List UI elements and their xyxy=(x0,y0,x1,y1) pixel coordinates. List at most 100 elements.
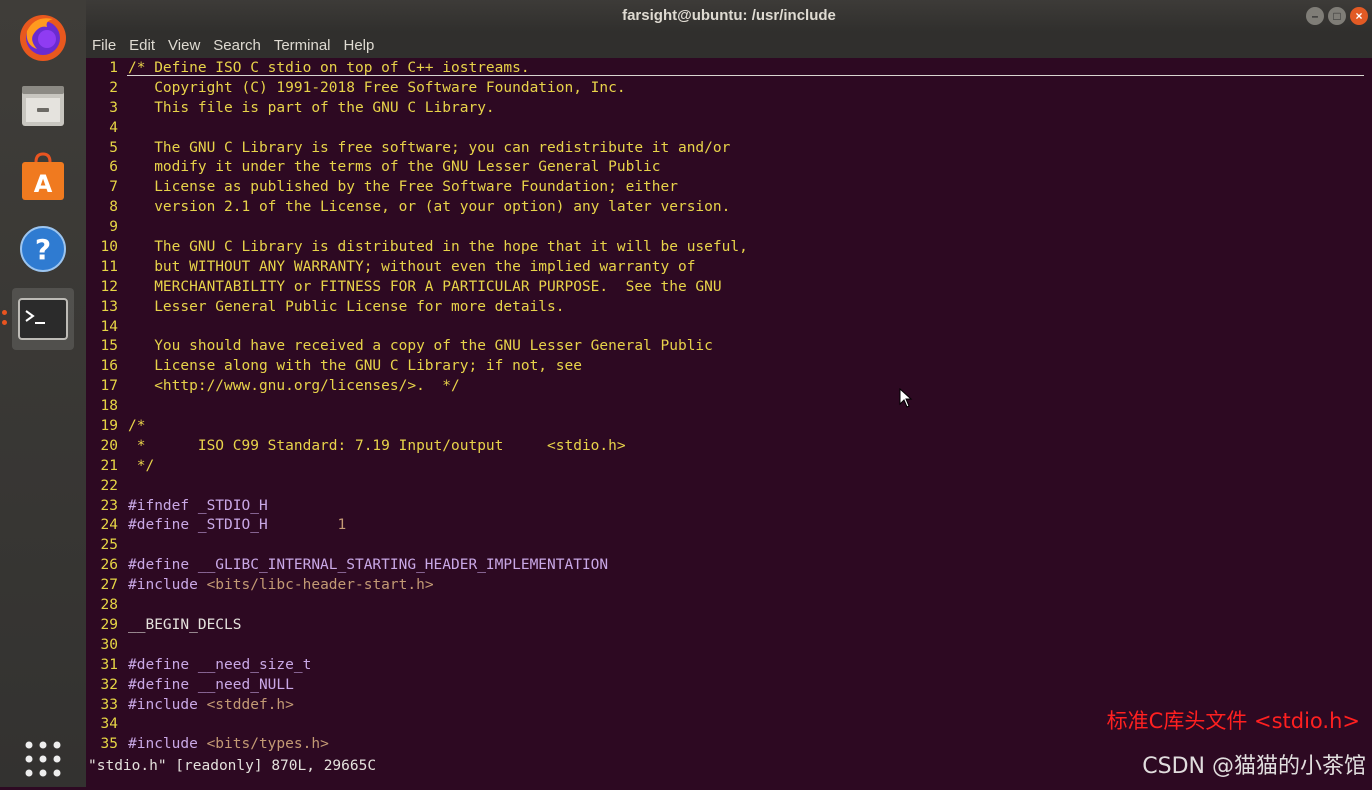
code-text: The GNU C Library is free software; you … xyxy=(128,139,731,156)
editor-line[interactable]: 12 MERCHANTABILITY or FITNESS FOR A PART… xyxy=(86,278,1372,298)
csdn-watermark: CSDN @猫猫的小茶馆 xyxy=(1142,754,1366,779)
terminal-area[interactable]: 1 /* Define ISO C stdio on top of C++ ios… xyxy=(86,58,1372,787)
editor-line[interactable]: 7 License as published by the Free Softw… xyxy=(86,178,1372,198)
line-number: 16 xyxy=(100,358,118,375)
show-applications-button[interactable] xyxy=(12,728,74,790)
editor-buffer[interactable]: 1 /* Define ISO C stdio on top of C++ ios… xyxy=(86,59,1372,755)
line-number: 33 xyxy=(100,696,118,713)
menu-edit[interactable]: Edit xyxy=(129,37,155,54)
editor-line[interactable]: 32 #define __need_NULL xyxy=(86,676,1372,696)
line-number: 18 xyxy=(100,398,118,415)
editor-line[interactable]: 22 xyxy=(86,477,1372,497)
editor-line[interactable]: 16 License along with the GNU C Library;… xyxy=(86,357,1372,377)
editor-line[interactable]: 26 #define __GLIBC_INTERNAL_STARTING_HEAD… xyxy=(86,556,1372,576)
code-text: __BEGIN_DECLS xyxy=(128,616,242,633)
line-number: 13 xyxy=(100,298,118,315)
editor-line[interactable]: 18 xyxy=(86,397,1372,417)
code-text: #include xyxy=(128,736,207,753)
window-titlebar[interactable]: farsight@ubuntu: /usr/include – □ × xyxy=(86,0,1372,32)
editor-line[interactable]: 17 <http://www.gnu.org/licenses/>. */ xyxy=(86,377,1372,397)
code-text: #include xyxy=(128,696,207,713)
firefox-launcher[interactable] xyxy=(12,6,74,68)
editor-line[interactable]: 20 * ISO C99 Standard: 7.19 Input/output… xyxy=(86,437,1372,457)
line-number: 6 xyxy=(109,159,118,176)
help-launcher[interactable]: ? xyxy=(12,218,74,280)
menu-search[interactable]: Search xyxy=(213,37,261,54)
line-number: 29 xyxy=(100,616,118,633)
editor-line[interactable]: 6 modify it under the terms of the GNU L… xyxy=(86,158,1372,178)
terminal-launcher[interactable] xyxy=(12,288,74,350)
editor-line[interactable]: 11 but WITHOUT ANY WARRANTY; without eve… xyxy=(86,258,1372,278)
close-button[interactable]: × xyxy=(1350,7,1368,25)
line-number: 15 xyxy=(100,338,118,355)
code-text: /* xyxy=(128,418,146,435)
line-number: 5 xyxy=(109,139,118,156)
app-grid-icon xyxy=(25,741,61,777)
line-number: 3 xyxy=(109,99,118,116)
minimize-button[interactable]: – xyxy=(1306,7,1324,25)
line-number: 17 xyxy=(100,378,118,395)
editor-line[interactable]: 9 xyxy=(86,218,1372,238)
terminal-icon xyxy=(18,298,68,340)
editor-line[interactable]: 23 #ifndef _STDIO_H xyxy=(86,497,1372,517)
code-text: Lesser General Public License for more d… xyxy=(128,298,565,315)
software-center-launcher[interactable]: A xyxy=(12,146,74,208)
editor-line[interactable]: 21 */ xyxy=(86,457,1372,477)
editor-line[interactable]: 2 Copyright (C) 1991-2018 Free Software … xyxy=(86,79,1372,99)
ubuntu-dock: A ? xyxy=(0,0,86,787)
editor-line[interactable]: 4 xyxy=(86,119,1372,139)
code-text: <http://www.gnu.org/licenses/>. */ xyxy=(128,378,460,395)
editor-line[interactable]: 15 You should have received a copy of th… xyxy=(86,337,1372,357)
menu-file[interactable]: File xyxy=(92,37,116,54)
code-text: modify it under the terms of the GNU Les… xyxy=(128,159,661,176)
editor-line[interactable]: 24 #define _STDIO_H 1 xyxy=(86,516,1372,536)
maximize-button[interactable]: □ xyxy=(1328,7,1346,25)
editor-line[interactable]: 19 /* xyxy=(86,417,1372,437)
editor-line[interactable]: 3 This file is part of the GNU C Library… xyxy=(86,99,1372,119)
code-text: #define __need_size_t xyxy=(128,656,312,673)
line-number: 21 xyxy=(100,457,118,474)
code-text: * ISO C99 Standard: 7.19 Input/output <s… xyxy=(128,437,626,454)
editor-line[interactable]: 27 #include <bits/libc-header-start.h> xyxy=(86,576,1372,596)
editor-line[interactable]: 28 xyxy=(86,596,1372,616)
line-number: 32 xyxy=(100,676,118,693)
line-number: 19 xyxy=(100,418,118,435)
editor-line[interactable]: 8 version 2.1 of the License, or (at you… xyxy=(86,198,1372,218)
line-number: 7 xyxy=(109,179,118,196)
line-number: 12 xyxy=(100,278,118,295)
line-number: 1 xyxy=(109,60,118,76)
editor-line[interactable]: 31 #define __need_size_t xyxy=(86,656,1372,676)
line-number: 30 xyxy=(100,636,118,653)
code-text: #define __GLIBC_INTERNAL_STARTING_HEADER… xyxy=(128,557,609,574)
editor-line[interactable]: 30 xyxy=(86,636,1372,656)
running-indicator xyxy=(2,320,7,325)
code-text: but WITHOUT ANY WARRANTY; without even t… xyxy=(128,258,696,275)
editor-line[interactable]: 5 The GNU C Library is free software; yo… xyxy=(86,139,1372,159)
line-number: 27 xyxy=(100,577,118,594)
line-number: 34 xyxy=(100,716,118,733)
editor-line[interactable]: 25 xyxy=(86,536,1372,556)
editor-line[interactable]: 29 __BEGIN_DECLS xyxy=(86,616,1372,636)
editor-line[interactable]: 13 Lesser General Public License for mor… xyxy=(86,298,1372,318)
line-number: 2 xyxy=(109,79,118,96)
line-number: 28 xyxy=(100,597,118,614)
editor-line[interactable]: 10 The GNU C Library is distributed in t… xyxy=(86,238,1372,258)
code-text: 1 xyxy=(337,517,347,534)
code-text: <bits/libc-header-start.h> xyxy=(206,577,434,594)
line-number: 8 xyxy=(109,199,118,216)
line-number: 26 xyxy=(100,557,118,574)
line-number: 24 xyxy=(100,517,118,534)
menu-terminal[interactable]: Terminal xyxy=(274,37,331,54)
code-text: MERCHANTABILITY or FITNESS FOR A PARTICU… xyxy=(128,278,722,295)
menu-help[interactable]: Help xyxy=(344,37,375,54)
svg-text:A: A xyxy=(34,170,53,198)
line-number: 20 xyxy=(100,437,118,454)
cursor-line-underline xyxy=(127,75,1364,76)
firefox-icon xyxy=(20,15,66,61)
files-launcher[interactable] xyxy=(12,74,74,136)
editor-line[interactable]: 14 xyxy=(86,318,1372,338)
code-text: #ifndef _STDIO_H xyxy=(128,497,268,514)
code-text: #include xyxy=(128,577,207,594)
menu-view[interactable]: View xyxy=(168,37,200,54)
svg-text:?: ? xyxy=(35,233,51,266)
